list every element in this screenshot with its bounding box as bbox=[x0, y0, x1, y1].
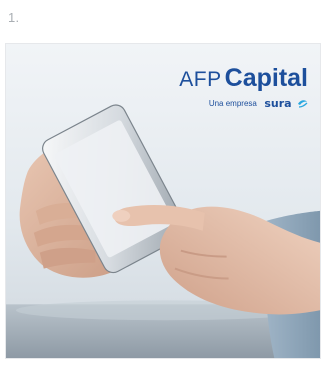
logo-tagline-lead: Una empresa bbox=[208, 98, 257, 108]
logo-tagline-brand: sura bbox=[264, 97, 292, 111]
promo-image-card[interactable]: AFP Capital Una empresa sura bbox=[5, 43, 321, 359]
sura-swoosh-icon bbox=[298, 100, 308, 108]
step-number: 1. bbox=[8, 10, 20, 25]
afp-capital-logo: AFP Capital Una empresa sura bbox=[179, 66, 308, 112]
logo-name: Capital bbox=[224, 64, 308, 92]
logo-prefix: AFP bbox=[179, 68, 222, 91]
